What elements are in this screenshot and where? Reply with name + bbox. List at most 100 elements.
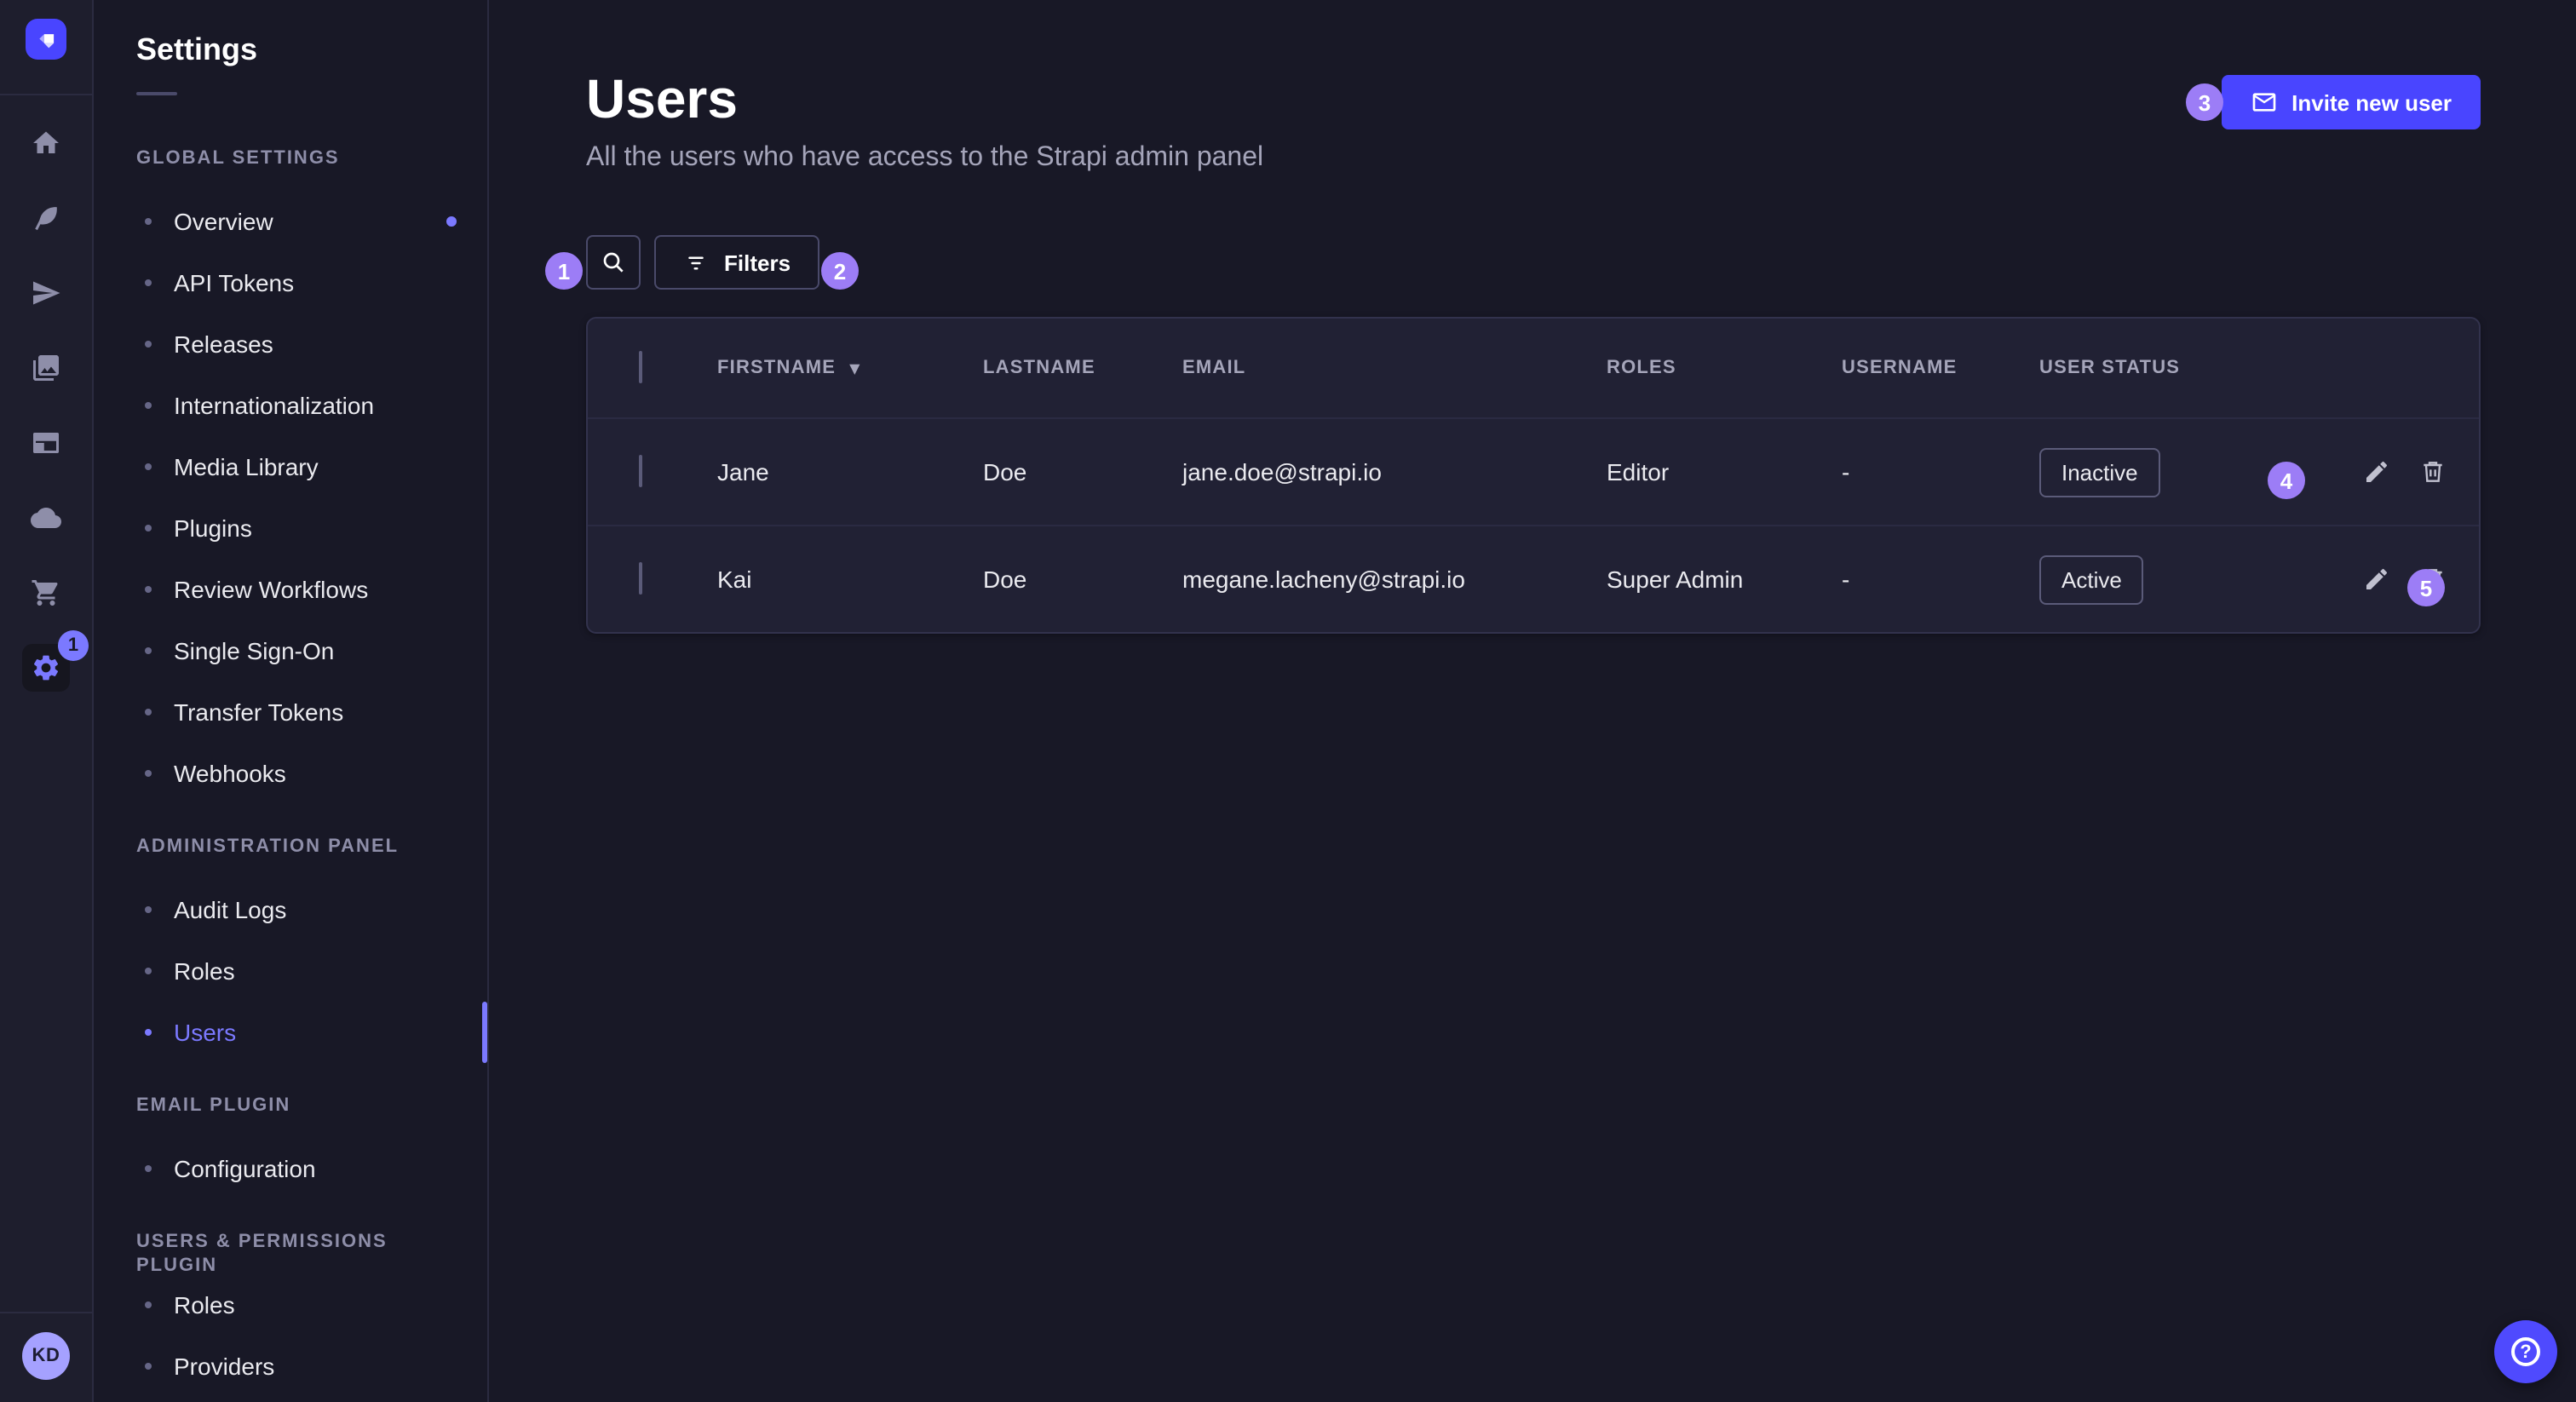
- sidebar-item-admin-roles[interactable]: Roles: [94, 940, 487, 1002]
- bullet-icon: [145, 402, 152, 409]
- section-label: GLOBAL SETTINGS: [94, 147, 487, 170]
- section-users-permissions-plugin: USERS & PERMISSIONS PLUGIN Roles Provide…: [94, 1230, 487, 1397]
- table-row-jane[interactable]: Jane Doe jane.doe@strapi.io Editor - Ina…: [588, 417, 2479, 525]
- main-nav-rail: 1 KD: [0, 0, 94, 1402]
- bullet-icon: [145, 770, 152, 777]
- table-controls: Filters: [491, 235, 2576, 290]
- cell-lastname: Doe: [983, 458, 1182, 486]
- nav-marketplace-button[interactable]: [22, 569, 70, 617]
- nav-content-type-builder-button[interactable]: [22, 194, 70, 242]
- cell-email: megane.lacheny@strapi.io: [1182, 566, 1607, 593]
- bullet-icon: [145, 906, 152, 913]
- cell-username: -: [1842, 566, 2039, 593]
- section-email-plugin: EMAIL PLUGIN Configuration: [94, 1094, 487, 1199]
- rail-bottom-divider: [0, 1312, 92, 1313]
- sidebar-item-transfer-tokens[interactable]: Transfer Tokens: [94, 681, 487, 743]
- annotation-badge-3: 3: [2186, 83, 2223, 121]
- annotation-badge-2: 2: [821, 252, 859, 290]
- feather-icon: [31, 203, 61, 233]
- nav-settings-button[interactable]: 1: [22, 644, 70, 692]
- nav-content-manager-button[interactable]: [22, 419, 70, 467]
- users-table: FIRSTNAME ▼ LASTNAME EMAIL ROLES USERNAM…: [586, 317, 2481, 634]
- bullet-icon: [145, 709, 152, 715]
- help-button[interactable]: ?: [2494, 1320, 2557, 1383]
- nav-deploy-button[interactable]: [22, 269, 70, 317]
- column-header-username: USERNAME: [1842, 358, 2039, 378]
- page-title: Users: [586, 68, 1263, 129]
- bullet-icon: [145, 463, 152, 470]
- invite-new-user-button[interactable]: Invite new user: [2222, 75, 2481, 129]
- pencil-icon: [2363, 566, 2390, 593]
- home-icon: [31, 128, 61, 158]
- images-icon: [31, 353, 61, 383]
- pencil-icon: [2363, 458, 2390, 486]
- bullet-icon: [145, 341, 152, 348]
- cell-lastname: Doe: [983, 566, 1182, 593]
- shopping-cart-icon: [31, 577, 61, 608]
- settings-nav-title: Settings: [136, 31, 445, 68]
- settings-title-divider: [136, 92, 177, 95]
- rail-divider: [0, 94, 92, 95]
- sidebar-item-overview[interactable]: Overview: [94, 191, 487, 252]
- annotation-badge-1: 1: [545, 252, 583, 290]
- cell-roles: Editor: [1607, 458, 1842, 486]
- cell-username: -: [1842, 458, 2039, 486]
- sidebar-item-webhooks[interactable]: Webhooks: [94, 743, 487, 804]
- section-administration-panel: ADMINISTRATION PANEL Audit Logs Roles Us…: [94, 835, 487, 1063]
- edit-user-button[interactable]: [2361, 564, 2392, 595]
- column-header-user-status: USER STATUS: [2039, 358, 2278, 378]
- strapi-logo-icon: [33, 26, 59, 52]
- table-row-kai[interactable]: Kai Doe megane.lacheny@strapi.io Super A…: [588, 525, 2479, 632]
- filter-icon: [683, 250, 709, 275]
- search-icon: [600, 249, 627, 276]
- section-label: EMAIL PLUGIN: [94, 1094, 487, 1118]
- sidebar-item-users[interactable]: Users: [94, 1002, 487, 1063]
- sidebar-item-media-library[interactable]: Media Library: [94, 436, 487, 497]
- search-button[interactable]: [586, 235, 641, 290]
- sidebar-item-audit-logs[interactable]: Audit Logs: [94, 879, 487, 940]
- user-avatar[interactable]: KD: [22, 1332, 70, 1380]
- column-header-lastname: LASTNAME: [983, 358, 1182, 378]
- cloud-icon: [31, 503, 61, 533]
- sidebar-item-up-providers[interactable]: Providers: [94, 1336, 487, 1397]
- strapi-admin-app: 1 KD Settings GLOBAL SETTINGS Overview A…: [0, 0, 2576, 1402]
- sidebar-item-api-tokens[interactable]: API Tokens: [94, 252, 487, 313]
- bullet-icon: [145, 647, 152, 654]
- nav-cloud-button[interactable]: [22, 494, 70, 542]
- column-header-email: EMAIL: [1182, 358, 1607, 378]
- bullet-icon: [145, 1165, 152, 1172]
- strapi-logo[interactable]: [26, 19, 66, 60]
- sort-descending-icon[interactable]: ▼: [849, 360, 861, 376]
- column-header-firstname[interactable]: FIRSTNAME ▼: [717, 358, 983, 378]
- sidebar-item-email-configuration[interactable]: Configuration: [94, 1138, 487, 1199]
- layout-panel-icon: [31, 428, 61, 458]
- filters-button[interactable]: Filters: [654, 235, 819, 290]
- nav-home-button[interactable]: [22, 119, 70, 167]
- page-header: Users All the users who have access to t…: [491, 0, 2576, 174]
- sidebar-item-plugins[interactable]: Plugins: [94, 497, 487, 559]
- cell-firstname: Jane: [717, 458, 983, 486]
- bullet-icon: [145, 586, 152, 593]
- edit-user-button[interactable]: [2361, 457, 2392, 487]
- bullet-icon: [145, 218, 152, 225]
- overview-notification-dot: [446, 216, 457, 227]
- sidebar-item-single-sign-on[interactable]: Single Sign-On: [94, 620, 487, 681]
- sidebar-item-review-workflows[interactable]: Review Workflows: [94, 559, 487, 620]
- bullet-icon: [145, 1029, 152, 1036]
- sidebar-item-up-roles[interactable]: Roles: [94, 1274, 487, 1336]
- gear-icon: [31, 652, 61, 683]
- nav-media-library-button[interactable]: [22, 344, 70, 392]
- bullet-icon: [145, 1363, 152, 1370]
- row-checkbox[interactable]: [639, 455, 642, 487]
- cell-firstname: Kai: [717, 566, 983, 593]
- select-all-checkbox[interactable]: [639, 351, 642, 383]
- row-checkbox[interactable]: [639, 562, 642, 595]
- delete-user-button[interactable]: [2418, 457, 2448, 487]
- settings-notification-badge: 1: [58, 630, 89, 661]
- status-badge: Inactive: [2039, 447, 2160, 497]
- table-header-row: FIRSTNAME ▼ LASTNAME EMAIL ROLES USERNAM…: [588, 319, 2479, 417]
- sidebar-item-internationalization[interactable]: Internationalization: [94, 375, 487, 436]
- sidebar-item-releases[interactable]: Releases: [94, 313, 487, 375]
- settings-subnav: Settings GLOBAL SETTINGS Overview API To…: [94, 0, 489, 1402]
- section-global-settings: GLOBAL SETTINGS Overview API Tokens Rele…: [94, 147, 487, 804]
